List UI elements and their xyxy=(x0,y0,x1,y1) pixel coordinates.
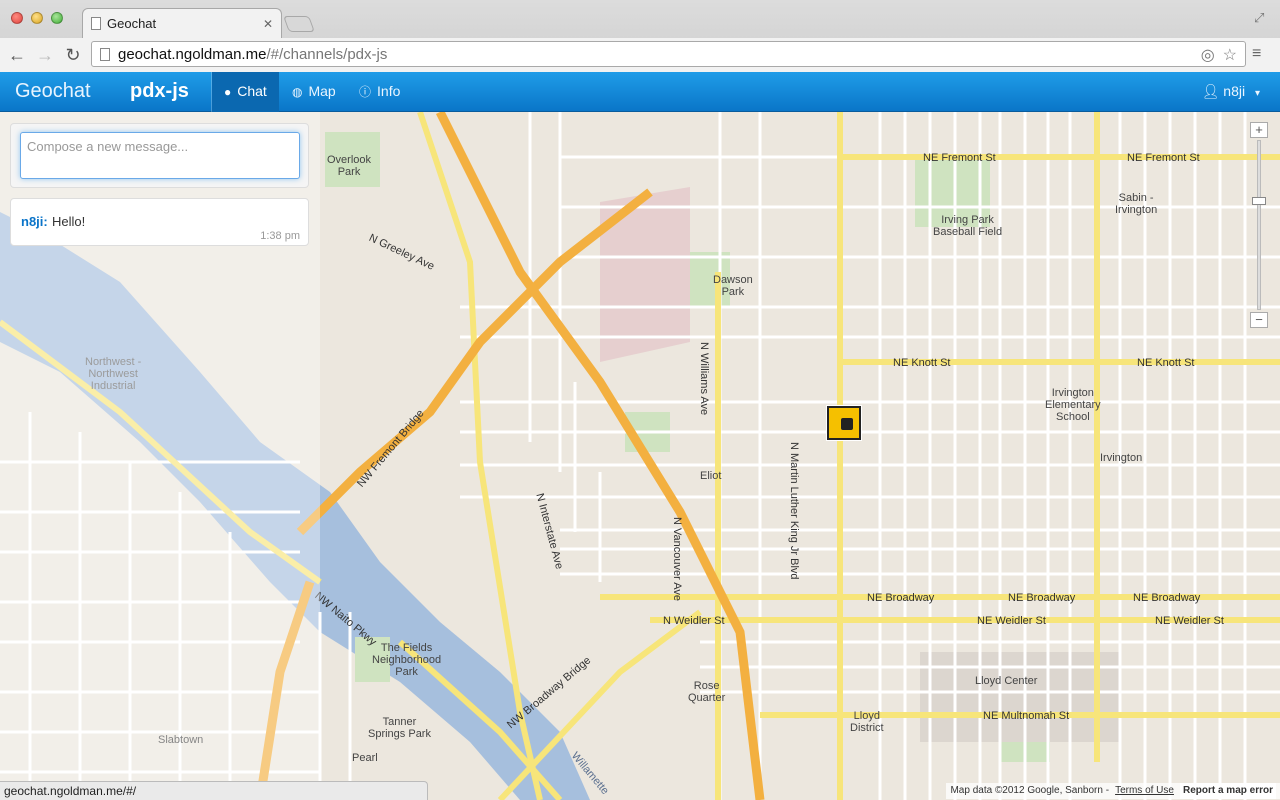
tab-info-label: Info xyxy=(377,83,401,99)
brand-logo[interactable]: Geochat xyxy=(15,80,91,103)
url-host: geochat.ngoldman.me xyxy=(118,45,267,63)
user-location-marker[interactable] xyxy=(827,406,861,440)
street-label: NE Fremont St xyxy=(1127,152,1200,164)
place-label: Lloyd Center xyxy=(975,675,1038,687)
new-tab-button[interactable] xyxy=(283,16,315,32)
compose-message-input[interactable] xyxy=(20,132,300,179)
place-label: Pearl xyxy=(352,752,378,764)
zoom-slider-thumb[interactable] xyxy=(1252,197,1266,205)
user-icon: 👤︎ xyxy=(1201,83,1224,99)
place-label: Irving Park Baseball Field xyxy=(933,214,1003,238)
street-label: N Weidler St xyxy=(663,615,725,627)
street-label: NE Broadway xyxy=(867,592,935,604)
report-error-link[interactable]: Report a map error xyxy=(1179,783,1276,799)
browser-status-bar: geochat.ngoldman.me/#/ xyxy=(0,781,428,800)
street-label: N Williams Ave xyxy=(698,342,710,416)
globe-icon: ◍ xyxy=(292,85,303,99)
terms-link[interactable]: Terms of Use xyxy=(1115,783,1174,799)
map-attribution: Map data ©2012 Google, Sanborn - Terms o… xyxy=(946,783,1280,799)
channel-title[interactable]: pdx-js xyxy=(130,80,189,103)
zoom-out-button[interactable]: − xyxy=(1250,312,1268,328)
bookmark-star-icon[interactable]: ☆ xyxy=(1223,45,1237,65)
place-label: Lloyd District xyxy=(850,710,884,734)
fullscreen-icon[interactable]: ⤢ xyxy=(1254,10,1268,25)
street-label: NE Knott St xyxy=(1137,357,1195,369)
tab-close-icon[interactable]: ✕ xyxy=(263,17,273,31)
menu-icon[interactable]: ≡ xyxy=(1252,45,1268,63)
street-label: NE Knott St xyxy=(893,357,951,369)
place-label: Eliot xyxy=(700,470,722,482)
place-label: Dawson Park xyxy=(713,274,753,298)
place-label: Overlook Park xyxy=(327,154,372,178)
place-label: Rose Quarter xyxy=(688,680,726,704)
close-window-button[interactable] xyxy=(11,12,23,24)
forward-icon[interactable]: → xyxy=(34,44,56,66)
place-label: Tanner Springs Park xyxy=(368,716,431,740)
user-menu[interactable]: 👤︎ n8ji ▾ xyxy=(1202,72,1260,112)
street-label: NE Broadway xyxy=(1133,592,1201,604)
zoom-slider[interactable] xyxy=(1252,140,1266,310)
chat-bubble-icon: ● xyxy=(224,85,232,99)
minimize-window-button[interactable] xyxy=(31,12,43,24)
map-zoom-control: + − xyxy=(1250,122,1268,328)
street-label: NE Weidler St xyxy=(977,615,1046,627)
user-name: n8ji xyxy=(1223,83,1246,99)
message-item: n8ji: Hello! 1:38 pm xyxy=(10,198,309,246)
street-label: NE Broadway xyxy=(1008,592,1076,604)
place-label: Sabin - Irvington xyxy=(1115,192,1158,216)
browser-tab[interactable]: Geochat ✕ xyxy=(82,8,282,38)
message-author[interactable]: n8ji: xyxy=(21,214,48,229)
attribution-text: Map data ©2012 Google, Sanborn - xyxy=(950,785,1110,796)
tab-map[interactable]: ◍ Map xyxy=(280,72,348,112)
page-icon xyxy=(100,47,110,61)
page-icon xyxy=(91,17,101,30)
place-label: The Fields Neighborhood Park xyxy=(372,642,442,678)
reload-icon[interactable]: ↻ xyxy=(62,44,84,66)
street-label: NE Fremont St xyxy=(923,152,996,164)
street-label: N Martin Luther King Jr Blvd xyxy=(788,442,800,580)
street-label: N Vancouver Ave xyxy=(671,517,683,601)
place-label: Irvington xyxy=(1100,452,1143,464)
app-navbar: Geochat pdx-js ● Chat ◍ Map ⓘ Info 👤︎ n8ji … xyxy=(0,72,1280,112)
location-icon[interactable]: ◎ xyxy=(1201,45,1215,65)
tab-map-label: Map xyxy=(308,83,336,99)
caret-down-icon: ▾ xyxy=(1254,88,1260,99)
zoom-in-button[interactable]: + xyxy=(1250,122,1268,138)
url-path: /#/channels/pdx-js xyxy=(266,45,388,63)
street-label: NE Multnomah St xyxy=(983,710,1070,722)
tab-chat-label: Chat xyxy=(237,83,267,99)
address-bar[interactable]: geochat.ngoldman.me/#/channels/pdx-js ◎ … xyxy=(91,41,1246,67)
back-icon[interactable]: ← xyxy=(6,44,28,66)
message-text: Hello! xyxy=(52,214,86,229)
tab-info[interactable]: ⓘ Info xyxy=(347,72,412,112)
street-label: NE Weidler St xyxy=(1155,615,1224,627)
tab-title: Geochat xyxy=(107,16,157,31)
zoom-window-button[interactable] xyxy=(51,12,63,24)
place-label: Irvington Elementary School xyxy=(1045,387,1101,423)
tab-chat[interactable]: ● Chat xyxy=(212,72,279,112)
message-timestamp: 1:38 pm xyxy=(260,230,300,242)
info-icon: ⓘ xyxy=(359,85,372,99)
